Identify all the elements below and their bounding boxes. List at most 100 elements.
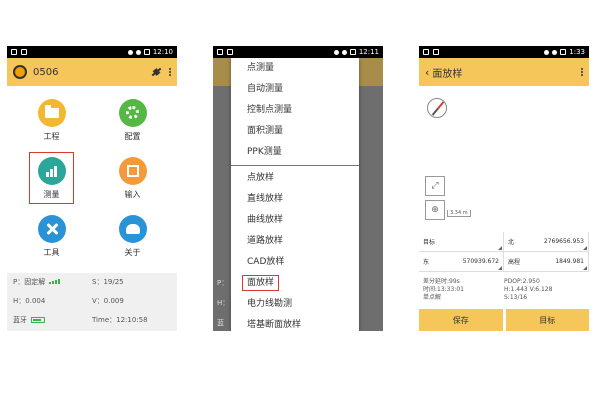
- compass-icon: [427, 98, 447, 118]
- lock-icon: [21, 49, 27, 55]
- tile-input[interactable]: 输入: [92, 152, 173, 204]
- bluetooth-label: 蓝牙: [13, 316, 27, 324]
- gnss-time: 时间:13:33:01: [423, 286, 464, 293]
- gear-icon: [126, 106, 139, 119]
- status-time: 1:33: [569, 48, 585, 56]
- target-cell[interactable]: 目标: [419, 232, 504, 251]
- tile-tools[interactable]: 工具: [11, 210, 92, 262]
- status-bar: 12:11: [213, 46, 383, 58]
- tile-label: 输入: [124, 189, 141, 199]
- target-button[interactable]: 目标: [505, 309, 589, 331]
- scale-bar: 3.34 m: [447, 210, 471, 217]
- elevation-value: 1849.981: [555, 258, 584, 265]
- status-bar: 1:33: [419, 46, 589, 58]
- menu-item-auto-survey[interactable]: 自动测量: [231, 79, 359, 100]
- battery-icon: [143, 49, 150, 55]
- app-logo-icon: [13, 65, 27, 79]
- menu-item-cad-stakeout[interactable]: CAD放样: [231, 252, 359, 273]
- status-bar: 12:10: [7, 46, 177, 58]
- more-menu-icon[interactable]: [169, 68, 171, 76]
- elevation-cell[interactable]: 高程 1849.981: [504, 252, 589, 271]
- wifi-icon: [135, 49, 141, 55]
- survey-dropdown-menu: 点测量 自动测量 控制点测量 面积测量 PPK测量 点放样 直线放样 曲线放样 …: [231, 58, 359, 331]
- menu-item-control-point[interactable]: 控制点测量: [231, 100, 359, 121]
- dimmed-text: P：: [217, 279, 229, 287]
- menu-item-label: 面放样: [242, 275, 280, 291]
- fullscreen-icon[interactable]: ⤢: [425, 176, 445, 196]
- menu-item-curve-stakeout[interactable]: 曲线放样: [231, 210, 359, 231]
- tile-survey[interactable]: 测量: [29, 152, 74, 204]
- hv-precision: H:1.443 V:6.128: [504, 286, 553, 293]
- east-label: 东: [423, 259, 430, 266]
- stakeout-info-grid: 目标 北 2769656.953 东 570939.672 高程 1849.981: [419, 232, 589, 272]
- folder-icon: [44, 104, 59, 118]
- north-cell[interactable]: 北 2769656.953: [504, 232, 589, 251]
- dimmed-text: 蓝: [217, 319, 224, 327]
- bluetooth-icon: [333, 49, 339, 55]
- about-icon: [125, 223, 140, 234]
- gnss-status-panel: P：固定解 S：19/25 H：0.004 V：0.009 蓝牙 Time：12…: [7, 273, 177, 331]
- phone-home-screen: 12:10 0506 工程 配置 测量 输入 工具 关于 P：固定解 S：19/…: [7, 46, 177, 331]
- dimmed-text: H：: [217, 299, 230, 307]
- lock-icon: [227, 49, 233, 55]
- signal-icon: [49, 279, 61, 284]
- menu-item-area-survey[interactable]: 面积测量: [231, 121, 359, 142]
- tile-label: 工具: [43, 247, 60, 257]
- tile-label: 工程: [43, 131, 60, 141]
- wifi-icon: [552, 49, 558, 55]
- sim-icon: [423, 49, 429, 55]
- solution-status: 单点解: [423, 294, 442, 301]
- menu-item-road-stakeout[interactable]: 道路放样: [231, 231, 359, 252]
- tile-project[interactable]: 工程: [11, 94, 92, 146]
- satellite-icon[interactable]: [149, 65, 163, 79]
- bluetooth-icon: [127, 49, 133, 55]
- east-cell[interactable]: 东 570939.672: [419, 252, 504, 271]
- menu-item-surface-stakeout[interactable]: 面放样: [231, 273, 359, 294]
- status-time: 12:10: [152, 48, 173, 56]
- wifi-icon: [341, 49, 347, 55]
- battery-icon: [349, 49, 356, 55]
- v-precision: V：0.009: [92, 297, 124, 305]
- tile-about[interactable]: 关于: [92, 210, 173, 262]
- action-bar: 保存 目标: [419, 309, 589, 331]
- tile-label: 关于: [124, 247, 141, 257]
- menu-divider: [231, 165, 359, 166]
- survey-icon: [46, 165, 57, 177]
- back-chevron-icon[interactable]: ‹: [425, 66, 429, 79]
- battery-icon: [560, 49, 567, 55]
- phone-surface-stakeout: 1:33 ‹ 面放样 ⤢ ⊕ 3.34 m 目标 北 2769656.953 东 5…: [419, 46, 589, 331]
- project-title: 0506: [33, 66, 59, 78]
- satellite-count: S:13/16: [504, 294, 528, 301]
- tools-icon: [45, 222, 59, 236]
- tile-config[interactable]: 配置: [92, 94, 173, 146]
- phone-survey-menu: 12:11 P： H： 蓝 点测量 自动测量 控制点测量 面积测量 PPK测量 …: [213, 46, 383, 331]
- menu-item-line-stakeout[interactable]: 直线放样: [231, 189, 359, 210]
- bluetooth-icon: [544, 49, 550, 55]
- save-button[interactable]: 保存: [419, 309, 503, 331]
- menu-item-ppk[interactable]: PPK测量: [231, 142, 359, 163]
- page-title: 面放样: [432, 68, 463, 80]
- home-tile-grid: 工程 配置 测量 输入 工具 关于: [7, 86, 177, 262]
- sim-icon: [217, 49, 223, 55]
- satellite-count: S：19/25: [92, 278, 124, 286]
- target-label: 目标: [423, 239, 436, 246]
- tile-label: 测量: [43, 189, 60, 199]
- menu-item-point-survey[interactable]: 点测量: [231, 58, 359, 79]
- sim-icon: [11, 49, 17, 55]
- locate-icon[interactable]: ⊕: [425, 200, 445, 220]
- north-value: 2769656.953: [543, 238, 584, 245]
- more-menu-icon[interactable]: [581, 68, 583, 76]
- menu-item-point-stakeout[interactable]: 点放样: [231, 168, 359, 189]
- gnss-info: 差分延时:99s 时间:13:33:01 单点解 PDOP:2.950 H:1.…: [419, 278, 589, 302]
- menu-item-tower-section[interactable]: 塔基断面放样: [231, 315, 359, 331]
- north-label: 北: [508, 239, 515, 246]
- pdop-value: PDOP:2.950: [504, 278, 540, 285]
- diff-delay: 差分延时:99s: [423, 278, 460, 285]
- menu-item-powerline[interactable]: 电力线勘测: [231, 294, 359, 315]
- east-value: 570939.672: [462, 258, 499, 265]
- status-time: 12:11: [358, 48, 379, 56]
- edit-icon: [126, 164, 139, 177]
- solution-status: P：固定解: [13, 278, 46, 286]
- tile-label: 配置: [124, 131, 141, 141]
- app-header: 0506: [7, 58, 177, 86]
